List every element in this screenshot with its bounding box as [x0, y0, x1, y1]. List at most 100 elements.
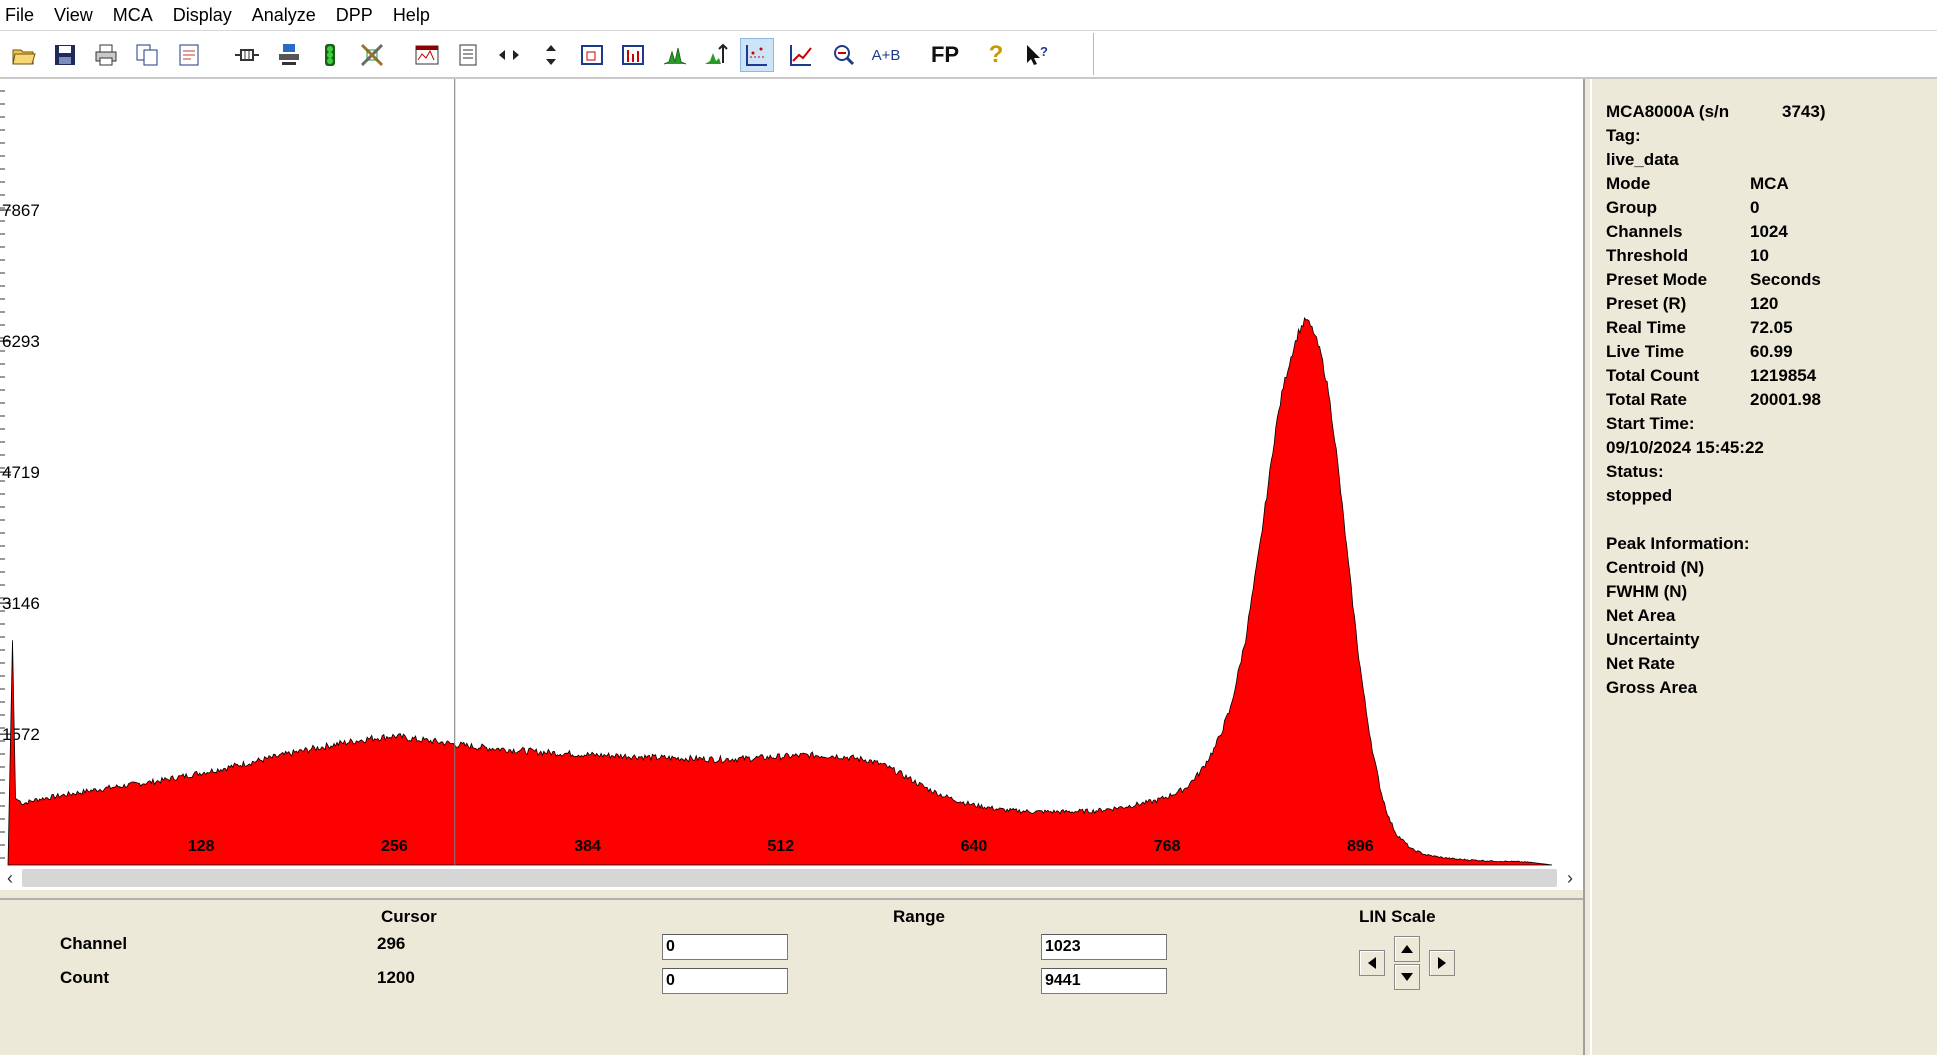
channel-label: Channel: [60, 934, 128, 953]
scrollbar-thumb[interactable]: [22, 869, 1557, 887]
vertical-expand-icon[interactable]: [534, 38, 568, 72]
scale-right-button[interactable]: [1429, 950, 1455, 976]
auto-scale-icon[interactable]: [699, 38, 733, 72]
info-label: Preset (R): [1606, 294, 1687, 313]
x-tick-label: 512: [767, 838, 794, 855]
status-label: Status:: [1606, 462, 1664, 481]
menu-display[interactable]: Display: [163, 0, 242, 30]
print-icon[interactable]: [89, 38, 123, 72]
start-time-label: Start Time:: [1606, 414, 1695, 433]
info-row-live-time: Live Time 60.99: [1606, 340, 1793, 364]
line-plot-icon[interactable]: [784, 38, 818, 72]
horizontal-expand-icon[interactable]: [492, 38, 526, 72]
chart-marks: [7, 316, 1553, 866]
info-label: Live Time: [1606, 342, 1685, 361]
report-icon[interactable]: [172, 38, 206, 72]
scatter-plot-icon[interactable]: [740, 38, 774, 72]
info-row-mode: Mode MCA: [1606, 172, 1789, 196]
tag-value: live_data: [1606, 150, 1679, 169]
info-row-total-rate: Total Rate 20001.98: [1606, 388, 1821, 412]
horizontal-scrollbar[interactable]: ‹ ›: [0, 866, 1583, 890]
cursor-header: Cursor: [381, 907, 437, 926]
open-folder-icon[interactable]: [7, 38, 41, 72]
status-value: stopped: [1606, 486, 1673, 505]
connect-icon[interactable]: [230, 38, 264, 72]
menu-view[interactable]: View: [44, 0, 103, 30]
menu-help[interactable]: Help: [383, 0, 440, 30]
info-value: 0: [1750, 198, 1760, 217]
scale-left-button[interactable]: [1359, 950, 1385, 976]
triangle-down-icon: [1401, 973, 1413, 981]
info-value: 72.05: [1750, 318, 1793, 337]
cursor-range-panel: Cursor Range LIN Scale Channel 296 0 102…: [0, 898, 1583, 1055]
scroll-right-icon[interactable]: ›: [1560, 866, 1580, 890]
peak-net-rate: Net Rate: [1606, 654, 1675, 673]
pane-splitter[interactable]: [1583, 79, 1592, 1055]
x-tick-label: 896: [1347, 838, 1374, 855]
info-value: 120: [1750, 294, 1779, 313]
triangle-left-icon: [1368, 957, 1376, 969]
spectrum-chart[interactable]: 7867 6293 4719 3146 1572 128 256 384 512 640 768 8…: [0, 79, 1583, 866]
scroll-left-icon[interactable]: ‹: [0, 866, 20, 890]
x-tick-label: 384: [574, 838, 601, 855]
save-icon[interactable]: [48, 38, 82, 72]
peak-net-area: Net Area: [1606, 606, 1676, 625]
range-count-max-field[interactable]: 9441: [1041, 968, 1167, 994]
y-axis: 7867 6293 4719 3146 1572: [0, 90, 40, 859]
y-tick-label: 1572: [2, 725, 40, 744]
tag-label: Tag:: [1606, 126, 1641, 145]
peak-find-icon[interactable]: [658, 38, 692, 72]
network-device-icon[interactable]: [272, 38, 306, 72]
info-row-channels: Channels 1024: [1606, 220, 1788, 244]
scale-up-button[interactable]: [1394, 936, 1420, 962]
y-tick-label: 6293: [2, 332, 40, 351]
menu-mca[interactable]: MCA: [103, 0, 163, 30]
info-row-threshold: Threshold 10: [1606, 244, 1769, 268]
info-row-real-time: Real Time 72.05: [1606, 316, 1793, 340]
info-label: Total Rate: [1606, 390, 1687, 409]
context-help-icon[interactable]: ?: [1020, 38, 1054, 72]
scale-down-button[interactable]: [1394, 964, 1420, 990]
device-serial: 3743): [1782, 102, 1826, 121]
status-panel: MCA8000A (s/n 3743) Tag: live_data Mode M…: [1592, 79, 1937, 1055]
x-tick-label: 128: [188, 838, 215, 855]
peak-centroid: Centroid (N): [1606, 558, 1705, 577]
info-row-preset: Preset (R) 120: [1606, 292, 1778, 316]
bar-chart-icon[interactable]: [616, 38, 650, 72]
magnify-icon[interactable]: [826, 38, 860, 72]
info-value: 10: [1750, 246, 1769, 265]
info-row-preset-mode: Preset Mode Seconds: [1606, 268, 1821, 292]
copy-icon[interactable]: [130, 38, 164, 72]
document-icon[interactable]: [451, 38, 485, 72]
x-tick-label: 640: [961, 838, 988, 855]
range-count-min-field[interactable]: 0: [662, 968, 788, 994]
a-plus-b-icon[interactable]: A+B: [869, 38, 903, 72]
scale-header: LIN Scale: [1359, 907, 1436, 926]
toolbar-separator: [1093, 33, 1094, 75]
zoom-box-icon[interactable]: [575, 38, 609, 72]
range-channel-max-field[interactable]: 1023: [1041, 934, 1167, 960]
range-header: Range: [893, 907, 945, 926]
menu-analyze[interactable]: Analyze: [242, 0, 326, 30]
peak-uncertainty: Uncertainty: [1606, 630, 1700, 649]
device-line: MCA8000A (s/n 3743): [1606, 100, 1825, 124]
info-value: 60.99: [1750, 342, 1793, 361]
spectrum-window-icon[interactable]: [410, 38, 444, 72]
menu-dpp[interactable]: DPP: [326, 0, 383, 30]
info-label: Real Time: [1606, 318, 1687, 337]
triangle-right-icon: [1438, 957, 1446, 969]
tools-icon[interactable]: [355, 38, 389, 72]
cursor-count-value: 1200: [377, 968, 415, 987]
info-value: MCA: [1750, 174, 1789, 193]
help-icon[interactable]: ?: [979, 38, 1013, 72]
info-value: 1024: [1750, 222, 1788, 241]
info-value: 1219854: [1750, 366, 1817, 385]
traffic-light-icon[interactable]: [313, 38, 347, 72]
menu-file[interactable]: File: [0, 0, 44, 30]
spectrum-plot[interactable]: 7867 6293 4719 3146 1572 128 256 384 512 640 768 8…: [0, 79, 1583, 866]
toolbar: A+B FP ? ?: [0, 31, 1937, 79]
range-channel-min-field[interactable]: 0: [662, 934, 788, 960]
start-time-value: 09/10/2024 15:45:22: [1606, 438, 1764, 457]
peak-info-header: Peak Information:: [1606, 534, 1750, 553]
fp-icon[interactable]: FP: [925, 38, 965, 72]
